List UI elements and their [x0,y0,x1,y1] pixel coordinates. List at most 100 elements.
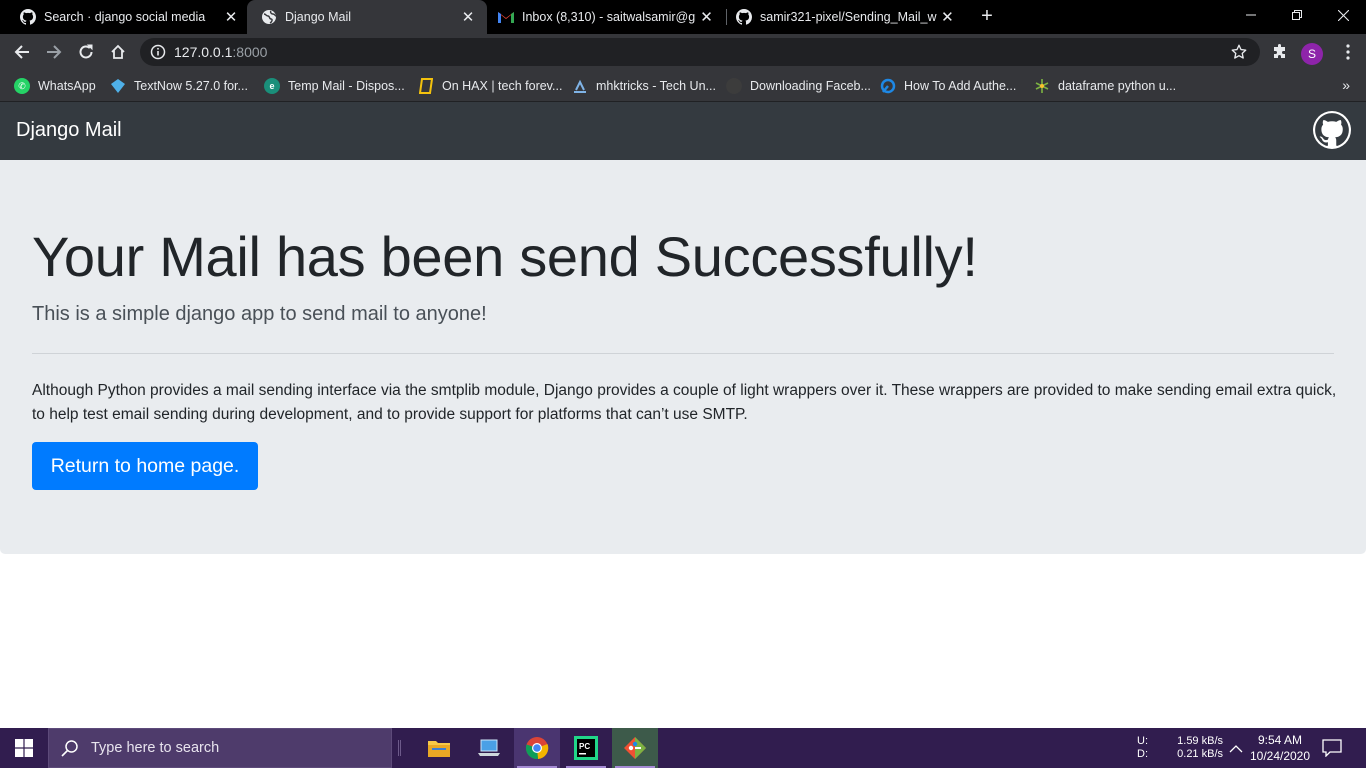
bookmark-mhktricks[interactable]: mhktricks - Tech Un... [572,76,716,96]
bookmark-label: mhktricks - Tech Un... [596,79,716,93]
taskbar-divider [398,740,401,756]
url-port: :8000 [232,44,268,60]
net-speeds: 1.59 kB/s 0.21 kB/s [1170,735,1223,761]
auth-icon [880,78,896,94]
bookmark-label: Temp Mail - Dispos... [288,79,405,93]
tab-django-mail[interactable]: Django Mail ✕ [247,0,487,34]
net-up-speed: 1.59 kB/s [1177,735,1223,747]
bookmark-downloading-facebook[interactable]: Downloading Faceb... [726,76,871,96]
file-explorer-app[interactable] [416,728,462,768]
close-tab-icon[interactable]: ✕ [220,6,242,28]
start-button[interactable] [0,728,48,768]
home-icon [111,44,125,59]
url-text: 127.0.0.1:8000 [174,44,267,60]
browser-menu-button[interactable] [1334,38,1362,66]
bookmark-tempmail[interactable]: e Temp Mail - Dispos... [264,76,405,96]
divider [32,353,1334,354]
bookmark-star-icon[interactable] [1230,43,1248,66]
laptop-app[interactable] [466,728,512,768]
search-placeholder: Type here to search [91,740,220,756]
mhktricks-icon [572,78,588,94]
bookmark-label: On HAX | tech forev... [442,79,563,93]
bookmark-label: Downloading Faceb... [750,79,871,93]
close-tab-icon[interactable]: ✕ [457,6,479,28]
git-app[interactable] [612,728,658,768]
svg-text:PC: PC [579,742,590,751]
tempmail-icon: e [264,78,280,94]
close-tab-icon[interactable]: ✕ [937,6,958,28]
description-paragraph: Although Python provides a mail sending … [32,382,1337,423]
chrome-app[interactable] [514,728,560,768]
bookmark-how-to-add-auth[interactable]: How To Add Authe... [880,76,1016,96]
return-home-button[interactable]: Return to home page. [32,442,258,490]
bookmarks-bar: ✆ WhatsApp TextNow 5.27.0 for... e Temp … [0,70,1366,102]
site-navbar: Django Mail [0,102,1366,160]
minimize-icon [1246,14,1256,16]
bookmark-dataframe[interactable]: dataframe python u... [1034,76,1176,96]
tab-title: samir321-pixel/Sending_Mail_wit [760,10,937,24]
navbar-brand[interactable]: Django Mail [16,119,122,142]
browser-toolbar: 127.0.0.1:8000 S [0,34,1366,70]
windows-taskbar: Type here to search PC U: D: 1.59 kB/s 0… [0,728,1366,768]
site-info-icon[interactable] [150,44,166,65]
bookmark-label: WhatsApp [38,79,96,93]
reload-button[interactable] [72,38,100,66]
page-title: Your Mail has been send Successfully! [32,225,978,288]
dataframe-icon [1034,78,1050,94]
lead-text: This is a simple django app to send mail… [32,303,487,325]
search-icon [61,740,78,757]
close-icon [1337,9,1349,21]
taskbar-search[interactable]: Type here to search [48,728,392,768]
onhax-icon [418,78,434,94]
tab-gmail-inbox[interactable]: Inbox (8,310) - saitwalsamir@gm ✕ [478,0,725,34]
extensions-button[interactable] [1266,38,1294,66]
bookmark-whatsapp[interactable]: ✆ WhatsApp [14,76,96,96]
tab-github-search[interactable]: Search · django social media ✕ [0,0,250,34]
laptop-icon [478,739,500,756]
new-tab-button[interactable]: + [976,5,998,29]
pycharm-app[interactable]: PC [563,728,609,768]
taskbar-clock[interactable]: 9:54 AM 10/24/2020 [1248,732,1312,764]
chrome-icon [525,737,549,760]
tab-title: Inbox (8,310) - saitwalsamir@gm [522,10,697,24]
github-icon [736,9,752,25]
more-bookmarks-icon[interactable]: » [1342,77,1350,93]
tab-github-repo[interactable]: samir321-pixel/Sending_Mail_wit ✕ [716,0,966,34]
bookmark-label: How To Add Authe... [904,79,1017,93]
bookmark-label: TextNow 5.27.0 for... [134,79,248,93]
download-icon [726,78,742,94]
bookmark-textnow[interactable]: TextNow 5.27.0 for... [110,76,248,96]
url-host: 127.0.0.1 [174,44,233,60]
github-icon [20,9,36,25]
notifications-icon[interactable] [1322,739,1342,762]
restore-icon [1292,10,1302,20]
tab-title: Django Mail [285,10,352,24]
close-window-button[interactable] [1320,0,1366,30]
net-up-label: U: [1137,735,1148,747]
profile-avatar[interactable]: S [1301,43,1323,65]
net-down-speed: 0.21 kB/s [1177,748,1223,760]
forward-button[interactable] [40,38,68,66]
home-button[interactable] [104,38,132,66]
reload-icon [79,44,93,59]
textnow-icon [110,78,126,94]
bookmark-onhax[interactable]: On HAX | tech forev... [418,76,562,96]
address-bar[interactable]: 127.0.0.1:8000 [140,38,1260,66]
git-icon [624,737,646,759]
pycharm-icon: PC [574,736,598,760]
whatsapp-icon: ✆ [14,78,30,94]
browser-tab-strip: Search · django social media ✕ Django Ma… [0,0,1366,34]
minimize-window-button[interactable] [1228,0,1274,30]
jumbotron: Your Mail has been send Successfully! Th… [0,160,1366,554]
bookmark-label: dataframe python u... [1058,79,1177,93]
net-labels: U: D: [1137,735,1148,761]
github-link-icon[interactable] [1313,111,1351,149]
restore-window-button[interactable] [1274,0,1320,30]
clock-date: 10/24/2020 [1249,749,1311,763]
globe-icon [261,9,277,25]
show-hidden-icons-icon[interactable] [1229,741,1243,759]
back-button[interactable] [8,38,36,66]
clock-time: 9:54 AM [1257,733,1303,747]
gmail-icon [498,9,514,25]
close-tab-icon[interactable]: ✕ [696,6,717,28]
